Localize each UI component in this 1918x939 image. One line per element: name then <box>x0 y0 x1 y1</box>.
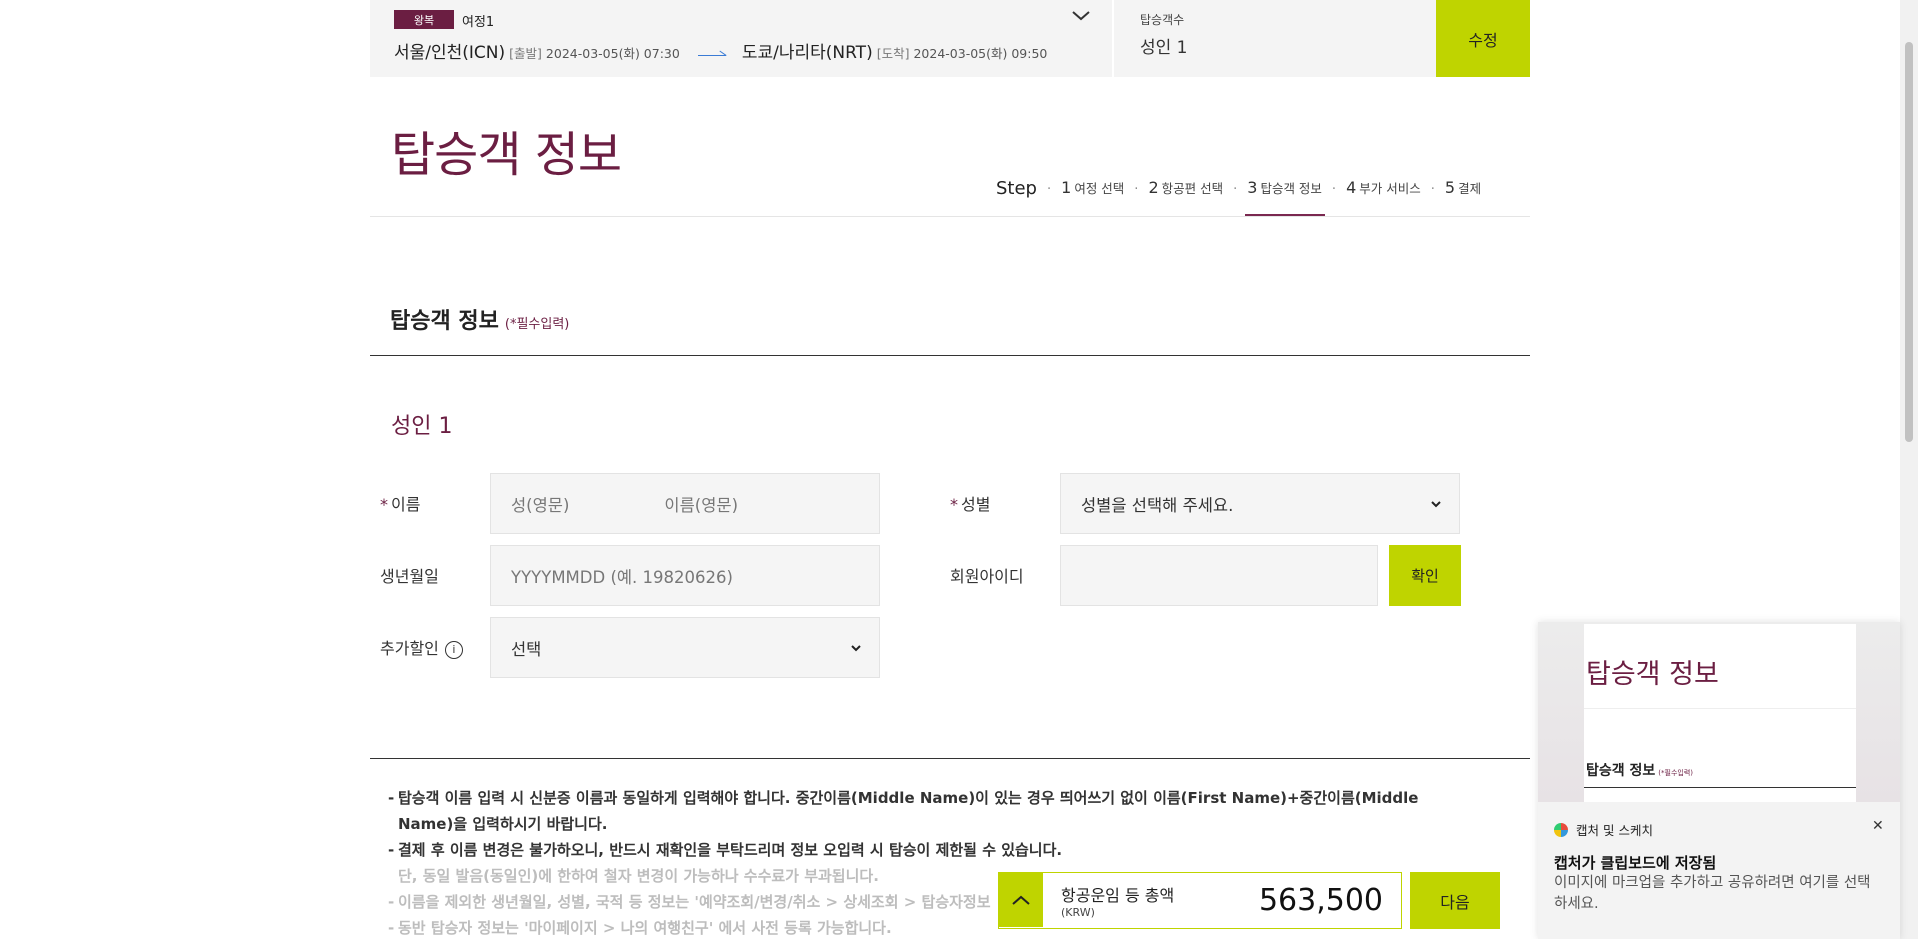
required-star: * <box>950 495 958 514</box>
fare-total-label: 항공운임 등 총액 <box>1061 886 1175 905</box>
snip-preview-required: (*필수입력) <box>1658 769 1694 777</box>
gender-select[interactable]: 성별을 선택해 주세요. <box>1060 473 1460 534</box>
member-id-input[interactable] <box>1060 545 1378 606</box>
fare-total-amount: 563,500 <box>1258 883 1383 918</box>
adult-passenger-title: 성인 1 <box>391 414 453 439</box>
snip-app-name: 캡처 및 스케치 <box>1576 823 1653 838</box>
discount-select-value: 선택 <box>511 639 542 659</box>
step-separator: · <box>1046 182 1052 197</box>
info-icon[interactable]: i <box>444 640 463 659</box>
birth-label: 생년월일 <box>380 567 439 586</box>
trip-route: 서울/인천(ICN) [출발] 2024-03-05(화) 07:30 도쿄/나… <box>394 38 1047 63</box>
member-id-label: 회원아이디 <box>950 567 1024 586</box>
snip-notification[interactable]: 탑승객 정보 탑승객 정보 (*필수입력) 캡처 및 스케치 ✕ 캡처가 클립보드… <box>1538 622 1900 939</box>
step-indicator: Step · 1 여정 선택 · 2 항공편 선택 · 3 탑승객 정보 · 4… <box>996 178 1491 218</box>
trip-summary[interactable]: 왕복 여정1 서울/인천(ICN) [출발] 2024-03-05(화) 07:… <box>370 0 1112 77</box>
snip-preview[interactable]: 탑승객 정보 탑승객 정보 (*필수입력) <box>1538 622 1900 802</box>
next-button[interactable]: 다음 <box>1410 872 1500 929</box>
step-separator: · <box>1134 182 1139 197</box>
arrival-tag: [도착] <box>876 46 910 61</box>
step-1: 1 여정 선택 <box>1061 178 1124 216</box>
departure-tag: [출발] <box>509 46 542 61</box>
snip-thumbnail: 탑승객 정보 탑승객 정보 (*필수입력) <box>1584 624 1856 802</box>
step-number: 1 <box>1061 178 1072 197</box>
snip-preview-title: 탑승객 정보 <box>1586 659 1719 690</box>
divider <box>370 216 1530 217</box>
step-number: 2 <box>1148 178 1159 197</box>
snip-sketch-icon <box>1554 822 1568 837</box>
note-item: 결제 후 이름 변경은 불가하오니, 반드시 재확인을 부탁드리며 정보 오입력… <box>388 837 1478 863</box>
round-trip-badge: 왕복 <box>394 10 454 29</box>
snip-body: 이미지에 마크업을 추가하고 공유하려면 여기를 선택하세요. <box>1554 875 1871 912</box>
step-label: 결제 <box>1458 181 1482 196</box>
section-divider <box>370 355 1530 356</box>
chevron-down-icon <box>851 641 861 655</box>
step-2: 2 항공편 선택 <box>1148 178 1223 216</box>
notes-divider <box>370 758 1530 759</box>
discount-select[interactable]: 선택 <box>490 617 880 678</box>
passenger-count-box: 탑승객수 성인 1 <box>1114 0 1436 77</box>
passenger-count-label: 탑승객수 <box>1140 13 1185 27</box>
required-note: (*필수입력) <box>504 317 570 332</box>
step-separator: · <box>1430 182 1435 197</box>
confirm-button[interactable]: 확인 <box>1389 545 1461 606</box>
step-number: 3 <box>1247 178 1258 197</box>
section-title: 탑승객 정보 (*필수입력) <box>390 303 569 335</box>
step-number: 5 <box>1444 178 1456 197</box>
step-separator: · <box>1331 182 1337 197</box>
step-label: 항공편 선택 <box>1161 181 1224 196</box>
gender-label-text: 성별 <box>961 495 991 514</box>
close-icon[interactable]: ✕ <box>1872 818 1884 834</box>
step-label: 탑승객 정보 <box>1260 181 1322 196</box>
discount-label: 추가할인 i <box>380 635 463 659</box>
arrival-datetime: 2024-03-05(화) 09:50 <box>913 46 1048 61</box>
given-name-input[interactable]: 이름(영문) <box>664 492 738 516</box>
trip-label: 여정1 <box>462 15 495 30</box>
name-label-text: 이름 <box>391 495 421 514</box>
step-3-active: 3 탑승객 정보 <box>1245 178 1325 216</box>
birth-date-placeholder: YYYYMMDD (예. 19820626) <box>511 567 733 587</box>
edit-button[interactable]: 수정 <box>1436 0 1530 77</box>
divider <box>1584 787 1856 788</box>
step-label: 부가 서비스 <box>1359 181 1421 196</box>
name-label: * 이름 <box>380 491 420 515</box>
step-number: 4 <box>1346 178 1357 197</box>
fare-currency: (KRW) <box>1061 906 1095 919</box>
arrow-right-icon <box>697 48 726 58</box>
section-title-text: 탑승객 정보 <box>390 309 499 334</box>
departure-city: 서울/인천(ICN) <box>394 43 506 63</box>
divider <box>1584 708 1856 709</box>
step-5: 5 결제 <box>1445 178 1481 216</box>
discount-label-text: 추가할인 <box>380 639 439 658</box>
note-item: 탑승객 이름 입력 시 신분증 이름과 동일하게 입력해야 합니다. 중간이름(… <box>388 785 1478 837</box>
chevron-up-icon[interactable] <box>999 873 1043 927</box>
gender-label: * 성별 <box>950 491 990 515</box>
chevron-down-icon <box>1431 497 1441 511</box>
snip-title: 캡처가 클립보드에 저장됨 <box>1554 854 1717 872</box>
gender-select-value: 성별을 선택해 주세요. <box>1081 495 1234 515</box>
snip-preview-section-text: 탑승객 정보 <box>1586 763 1656 779</box>
page-title: 탑승객 정보 <box>391 127 622 183</box>
name-input-group[interactable]: 성(영문) 이름(영문) <box>490 473 880 534</box>
page: 왕복 여정1 서울/인천(ICN) [출발] 2024-03-05(화) 07:… <box>0 0 1918 939</box>
arrival-city: 도쿄/나리타(NRT) <box>741 43 873 63</box>
birth-date-input[interactable]: YYYYMMDD (예. 19820626) <box>490 545 880 606</box>
scrollbar-thumb[interactable] <box>1905 42 1913 442</box>
fare-total-bar: 항공운임 등 총액 (KRW) 563,500 <box>998 872 1402 929</box>
step-4: 4 부가 서비스 <box>1346 178 1421 216</box>
snip-preview-section: 탑승객 정보 (*필수입력) <box>1586 760 1693 780</box>
step-label: 여정 선택 <box>1074 181 1125 196</box>
departure-datetime: 2024-03-05(화) 07:30 <box>545 46 680 61</box>
required-star: * <box>380 495 388 514</box>
snip-app-row: 캡처 및 스케치 <box>1554 820 1653 839</box>
passenger-count-value: 성인 1 <box>1140 38 1188 58</box>
step-word: Step <box>996 178 1037 199</box>
surname-input[interactable]: 성(영문) <box>511 492 569 516</box>
step-separator: · <box>1233 182 1238 197</box>
chevron-down-icon[interactable] <box>1070 8 1092 24</box>
